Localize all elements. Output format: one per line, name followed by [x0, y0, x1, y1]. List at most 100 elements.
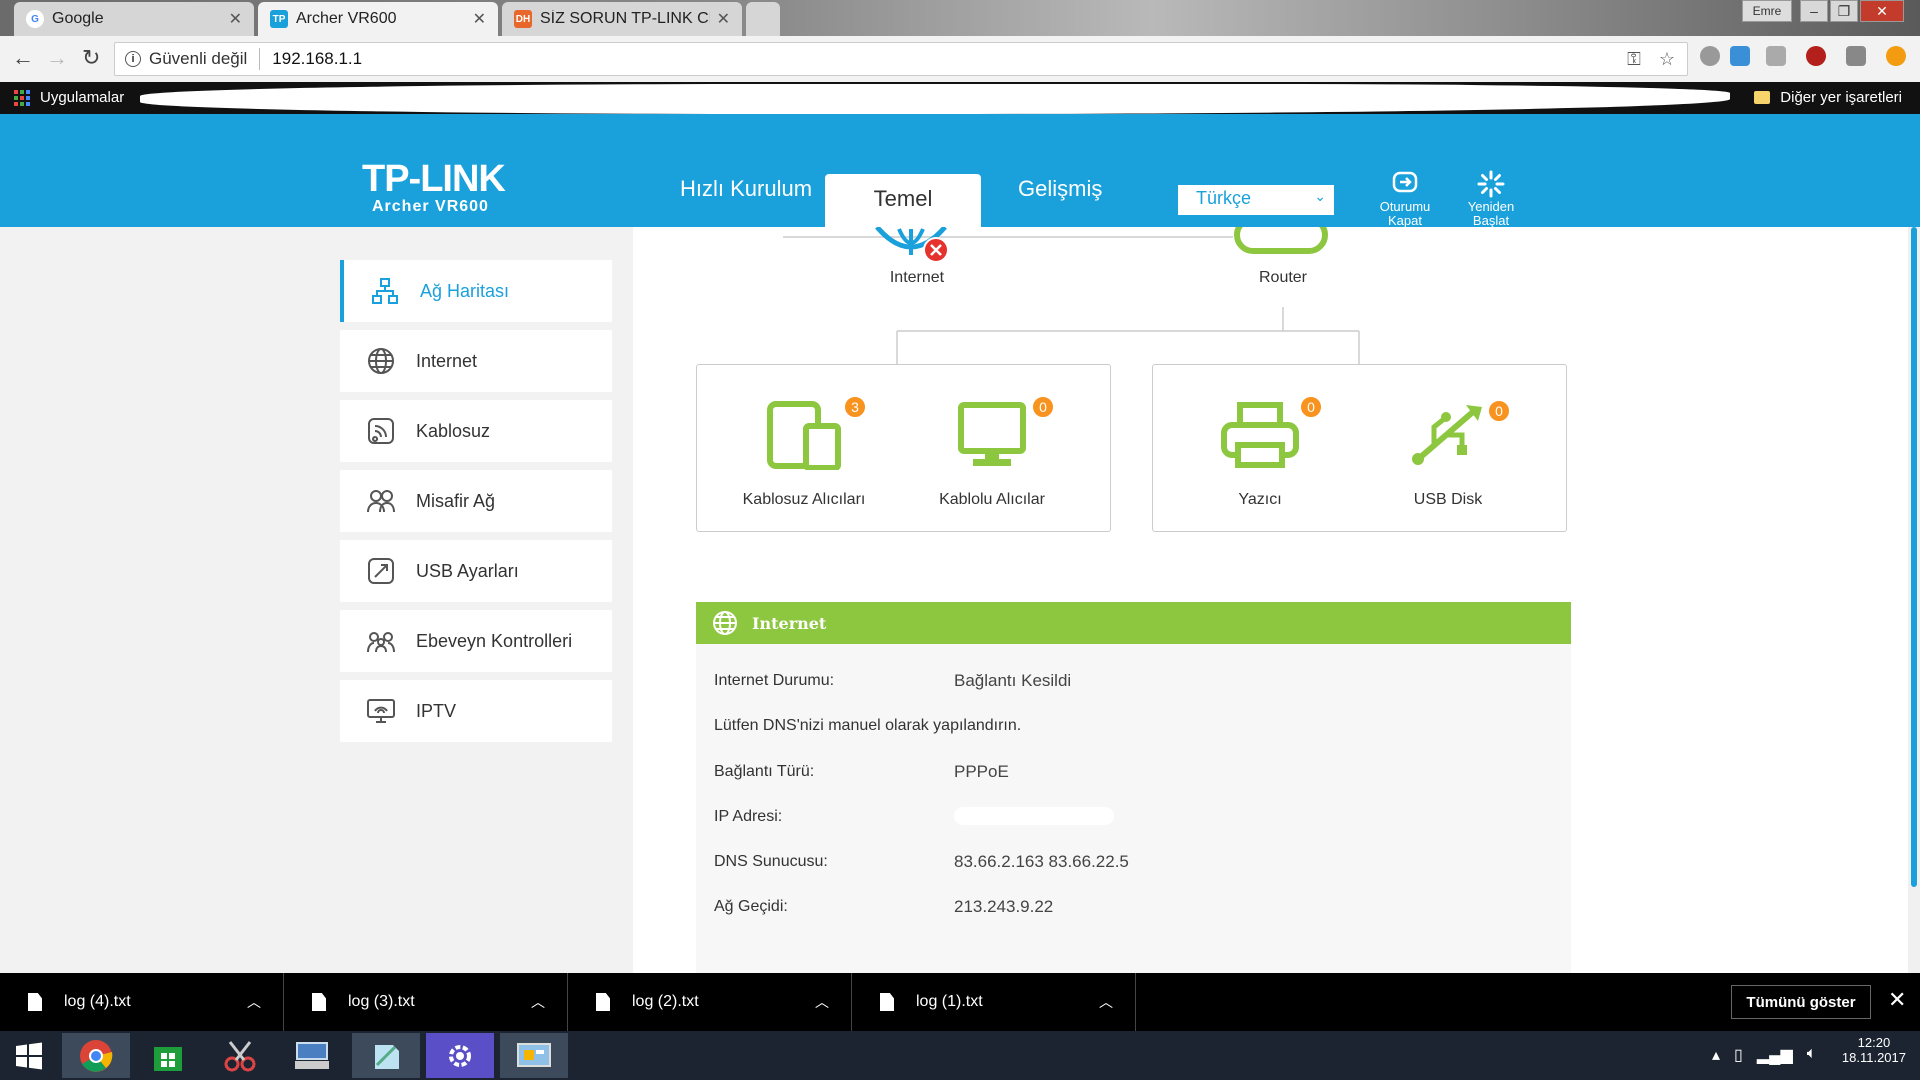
forward-icon[interactable]: →: [46, 45, 68, 71]
downloads-bar: log (4).txt ︿ log (3).txt ︿ log (2).txt …: [0, 973, 1920, 1031]
download-item[interactable]: log (4).txt ︿: [0, 973, 284, 1031]
tplink-favicon-icon: TP: [270, 10, 288, 28]
internet-node[interactable]: [871, 227, 951, 267]
logout-button[interactable]: Oturumu Kapat: [1370, 170, 1440, 227]
download-filename: log (2).txt: [632, 993, 699, 1010]
sidebar-item-usb[interactable]: USB Ayarları: [340, 540, 612, 602]
chevron-up-icon[interactable]: ▴: [1712, 1045, 1720, 1065]
reload-icon[interactable]: ↻: [82, 45, 100, 71]
mail-icon[interactable]: [1846, 46, 1866, 66]
tab-donanimhaber[interactable]: DH SİZ SORUN TP-LINK CEV ✕: [502, 2, 742, 36]
tab-title: Google: [52, 10, 104, 27]
page-scrollbar[interactable]: [1908, 227, 1920, 973]
internet-panel-body: Internet Durumu: Bağlantı Kesildi Lütfen…: [696, 644, 1571, 973]
tab-google[interactable]: G Google ✕: [14, 2, 254, 36]
back-icon[interactable]: ←: [12, 45, 34, 71]
download-filename: log (3).txt: [348, 993, 415, 1010]
restore-icon[interactable]: ❐: [1830, 0, 1858, 22]
chevron-up-icon[interactable]: ︿: [247, 992, 261, 1012]
tab-advanced[interactable]: Gelişmiş: [1018, 176, 1102, 202]
language-select[interactable]: Türkçe ⌄: [1178, 185, 1334, 215]
star-icon[interactable]: ☆: [1659, 49, 1675, 70]
network-icon[interactable]: ▂▄▆: [1757, 1045, 1793, 1065]
dns-label: DNS Sunucusu:: [714, 853, 828, 870]
close-tab-icon[interactable]: ✕: [717, 9, 730, 29]
tab-quick-setup[interactable]: Hızlı Kurulum: [680, 176, 812, 202]
start-button[interactable]: [0, 1033, 58, 1078]
sidebar-item-parental[interactable]: Ebeveyn Kontrolleri: [340, 610, 612, 672]
info-icon[interactable]: i: [125, 51, 141, 67]
taskbar: ▴ ▯ ▂▄▆ 🔈︎ 12:20 18.11.2017: [0, 1031, 1920, 1080]
status-value: Bağlantı Kesildi: [954, 671, 1072, 690]
download-filename: log (1).txt: [916, 993, 983, 1010]
taskbar-store[interactable]: [134, 1033, 202, 1078]
taskbar-notepad[interactable]: [352, 1033, 420, 1078]
tab-archer[interactable]: TP Archer VR600 ✕: [258, 2, 498, 36]
url-text[interactable]: 192.168.1.1: [272, 49, 362, 69]
taskbar-snipping[interactable]: [206, 1033, 274, 1078]
router-header: TP-LINK Archer VR600 Hızlı Kurulum Temel…: [0, 114, 1920, 227]
taskbar-settings[interactable]: [426, 1033, 494, 1078]
close-tab-icon[interactable]: ✕: [473, 9, 486, 29]
clock[interactable]: 12:20 18.11.2017: [1842, 1035, 1906, 1065]
download-item[interactable]: log (1).txt ︿: [852, 973, 1136, 1031]
wireless-icon: [366, 416, 396, 446]
show-all-button[interactable]: Tümünü göster: [1731, 985, 1871, 1019]
battery-icon[interactable]: ▯: [1734, 1045, 1743, 1065]
monitor-icon: [958, 402, 1026, 466]
close-icon[interactable]: ✕: [1888, 987, 1906, 1013]
reboot-button[interactable]: Yeniden Başlat: [1456, 170, 1526, 227]
apps-shortcut[interactable]: Uygulamalar: [14, 89, 124, 106]
gateway-value: 213.243.9.22: [954, 897, 1054, 916]
address-bar[interactable]: i Güvenli değil 192.168.1.1 ⚿ ☆: [114, 42, 1688, 76]
printer-device[interactable]: 0 Yazıcı: [1175, 395, 1345, 509]
count-badge: 0: [1299, 395, 1323, 419]
sidebar-item-wireless[interactable]: Kablosuz: [340, 400, 612, 462]
key-icon[interactable]: ⚿: [1627, 49, 1641, 70]
usb-disk-device[interactable]: 0 USB Disk: [1363, 395, 1533, 509]
router-node[interactable]: [1231, 227, 1331, 257]
download-item[interactable]: log (3).txt ︿: [284, 973, 568, 1031]
close-tab-icon[interactable]: ✕: [229, 9, 242, 29]
update-icon[interactable]: [1886, 46, 1906, 66]
scrollbar-thumb[interactable]: [1911, 227, 1917, 887]
extension-icon[interactable]: [1700, 46, 1720, 66]
new-tab-button[interactable]: [746, 2, 780, 36]
wired-clients[interactable]: 0 Kablolu Alıcılar: [907, 395, 1077, 509]
sidebar-item-network-map[interactable]: Ağ Haritası: [340, 260, 612, 322]
brand-logo: TP-LINK: [362, 158, 506, 200]
scissors-icon: [224, 1040, 256, 1071]
ublock-icon[interactable]: [1806, 46, 1826, 66]
network-map-icon: [370, 276, 400, 306]
sidebar: Ağ Haritası Internet Kablosuz Misafir Ağ…: [0, 227, 633, 973]
security-label[interactable]: Güvenli değil: [149, 49, 247, 69]
download-item[interactable]: log (2).txt ︿: [568, 973, 852, 1031]
chevron-up-icon[interactable]: ︿: [1099, 992, 1113, 1012]
chevron-up-icon[interactable]: ︿: [815, 992, 829, 1012]
language-value: Türkçe: [1196, 188, 1252, 208]
notepad-icon: [375, 1044, 399, 1069]
tab-basic[interactable]: Temel: [825, 174, 981, 227]
device-label: Kablolu Alıcılar: [939, 491, 1045, 508]
chevron-up-icon[interactable]: ︿: [531, 992, 545, 1012]
sidebar-item-iptv[interactable]: IPTV: [340, 680, 612, 742]
taskbar-keyboard[interactable]: [278, 1033, 346, 1078]
other-bookmarks[interactable]: Diğer yer işaretleri: [1754, 89, 1902, 106]
extension-icon[interactable]: [1730, 46, 1750, 66]
profile-badge[interactable]: Emre: [1742, 0, 1792, 22]
sidebar-item-guest[interactable]: Misafir Ağ: [340, 470, 612, 532]
taskbar-chrome[interactable]: [62, 1033, 130, 1078]
minimize-icon[interactable]: –: [1800, 0, 1828, 22]
sidebar-item-label: Internet: [416, 350, 478, 371]
sidebar-item-label: USB Ayarları: [416, 560, 519, 581]
volume-icon[interactable]: 🔈︎: [1807, 1045, 1817, 1065]
window-controls: – ❐ ✕: [1798, 0, 1904, 22]
google-favicon-icon: G: [26, 10, 44, 28]
keyboard-icon: [295, 1041, 329, 1069]
window-close-icon[interactable]: ✕: [1860, 0, 1904, 22]
extension-icon[interactable]: [1766, 46, 1786, 66]
taskbar-control-panel[interactable]: [500, 1033, 568, 1078]
sidebar-item-internet[interactable]: Internet: [340, 330, 612, 392]
wireless-clients[interactable]: 3 Kablosuz Alıcıları: [719, 395, 889, 509]
dh-favicon-icon: DH: [514, 10, 532, 28]
